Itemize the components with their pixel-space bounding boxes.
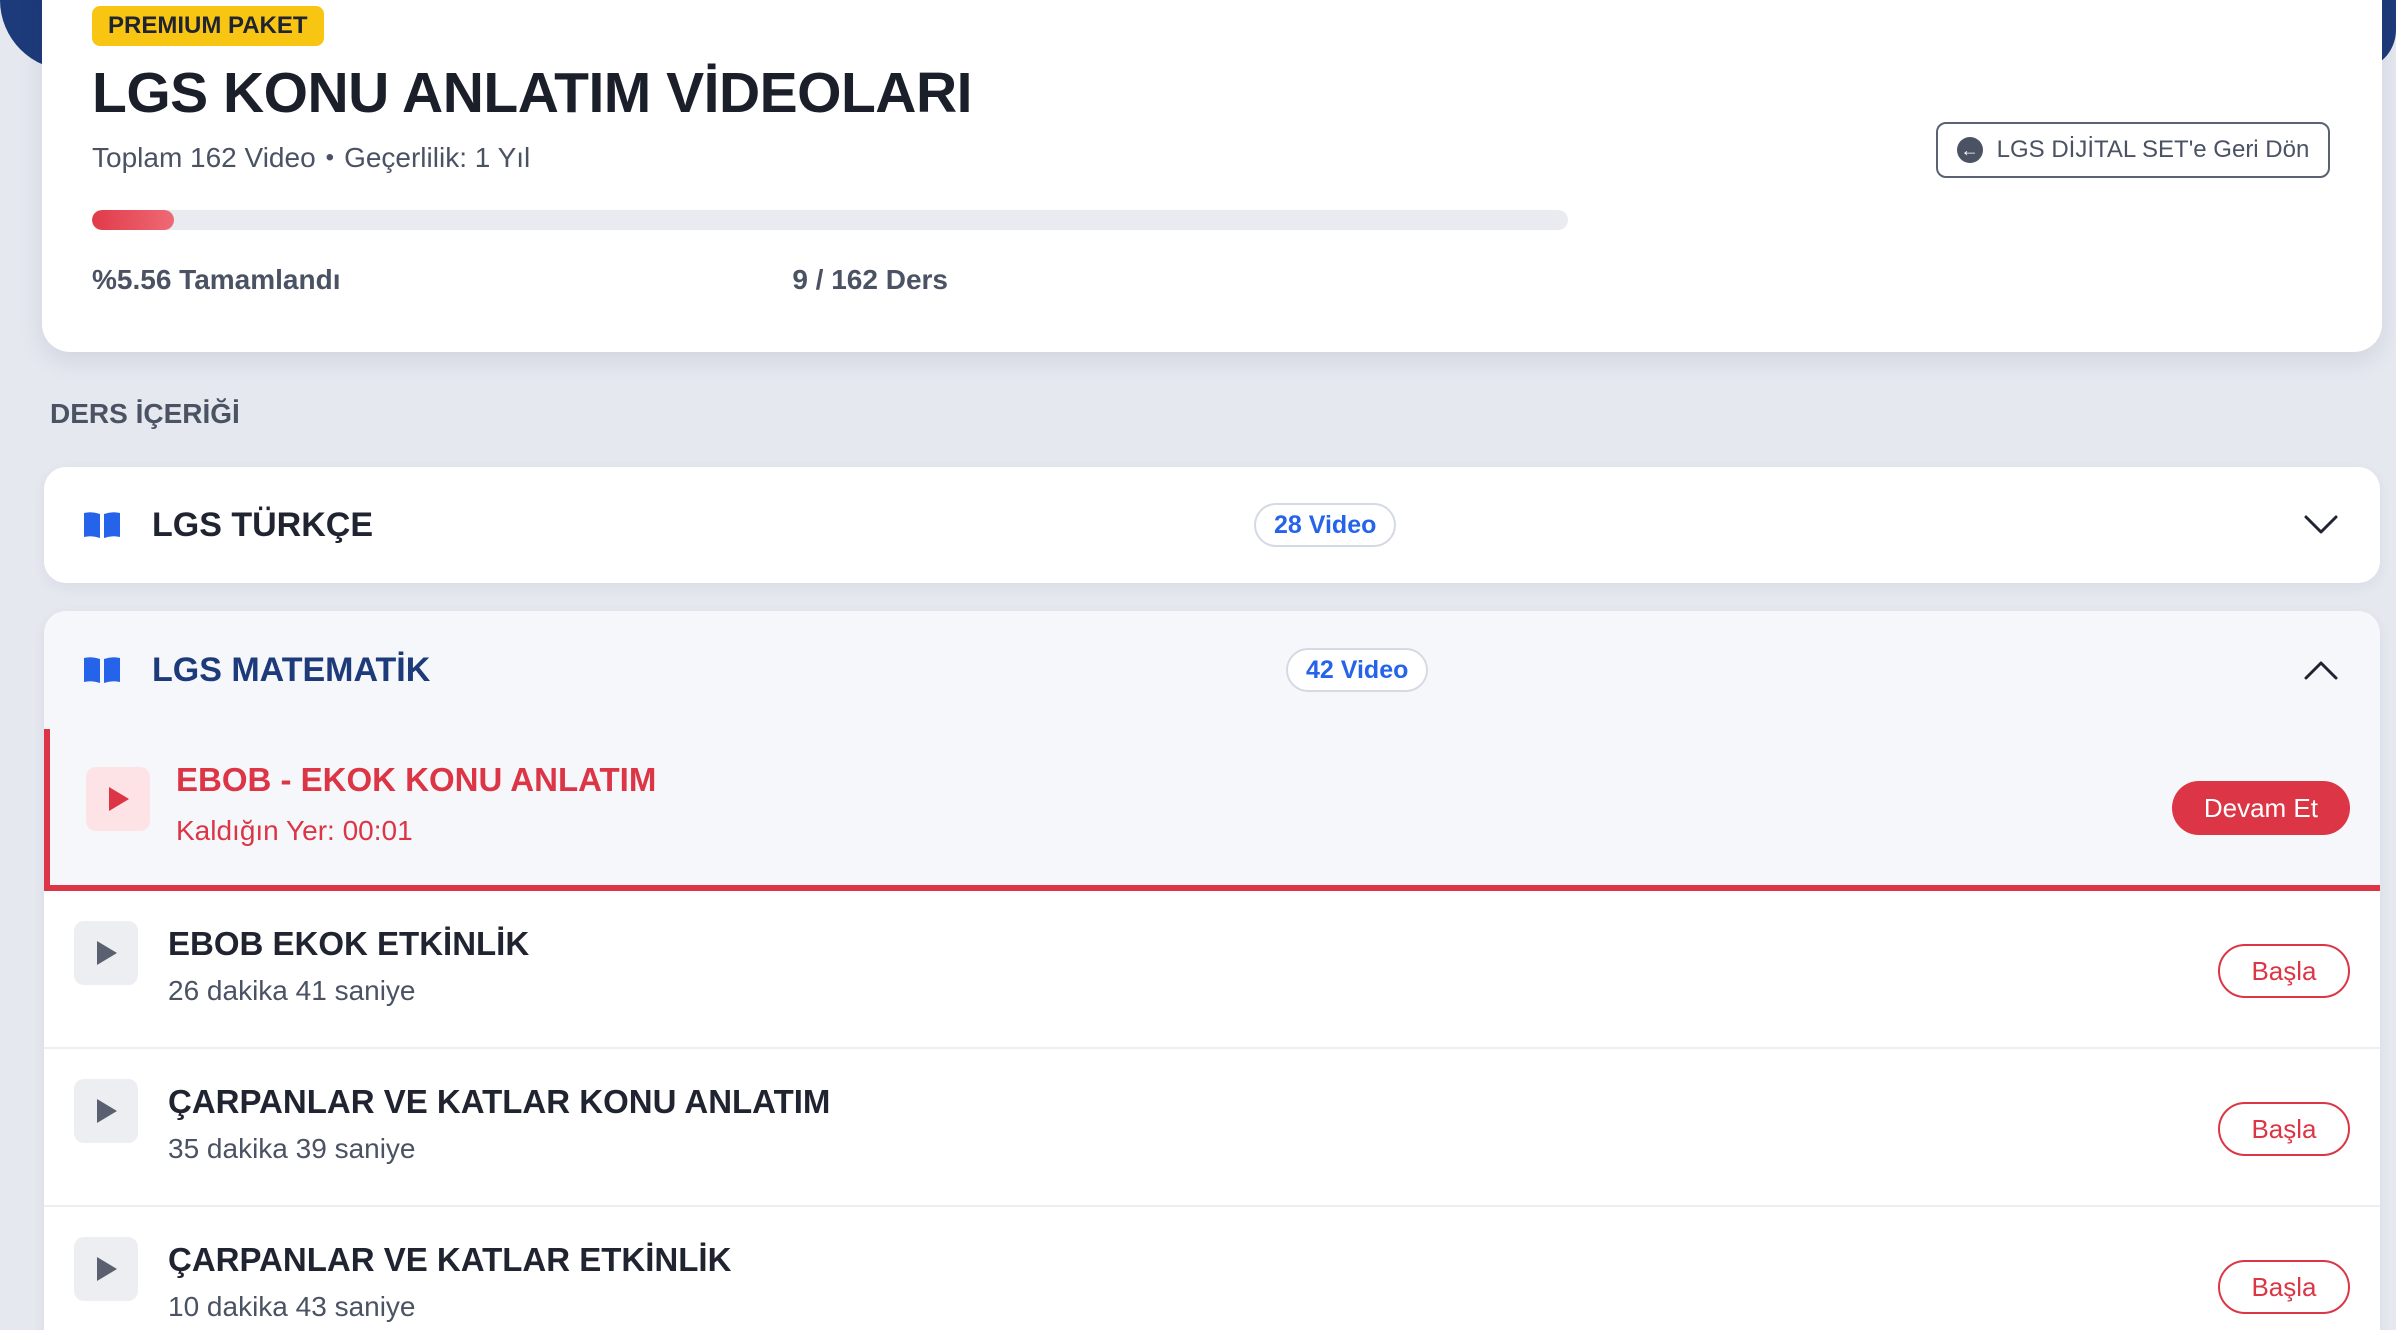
progress-bar bbox=[92, 210, 1568, 230]
course-card-turkce: LGS TÜRKÇE 28 Video bbox=[44, 467, 2380, 583]
lesson-item[interactable]: ÇARPANLAR VE KATLAR KONU ANLATIM 35 daki… bbox=[44, 1049, 2380, 1207]
play-icon[interactable] bbox=[74, 1079, 138, 1143]
total-videos-text: Toplam 162 Video bbox=[92, 142, 316, 173]
course-card-matematik: LGS MATEMATİK 42 Video EBOB - EKOK KONU … bbox=[44, 611, 2380, 1330]
continue-button[interactable]: Devam Et bbox=[2171, 781, 2350, 835]
play-icon[interactable] bbox=[86, 767, 150, 831]
lesson-title: ÇARPANLAR VE KATLAR ETKİNLİK bbox=[168, 1241, 732, 1278]
lesson-title: EBOB EKOK ETKİNLİK bbox=[168, 925, 530, 962]
lesson-duration: 10 dakika 43 saniye bbox=[168, 1291, 416, 1322]
back-to-set-button[interactable]: ← LGS DİJİTAL SET'e Geri Dön bbox=[1936, 122, 2330, 178]
package-summary: Toplam 162 Video • Geçerlilik: 1 Yıl bbox=[92, 142, 530, 174]
open-book-icon bbox=[84, 657, 120, 683]
open-book-icon bbox=[84, 512, 120, 538]
start-button[interactable]: Başla bbox=[2218, 1260, 2350, 1314]
chevron-up-icon[interactable] bbox=[2304, 660, 2338, 680]
lesson-item-active[interactable]: EBOB - EKOK KONU ANLATIM Kaldığın Yer: 0… bbox=[44, 729, 2380, 891]
page-title: LGS KONU ANLATIM VİDEOLARI bbox=[92, 61, 972, 125]
course-title: LGS MATEMATİK bbox=[152, 650, 431, 689]
play-icon[interactable] bbox=[74, 1237, 138, 1301]
play-icon[interactable] bbox=[74, 921, 138, 985]
video-count-badge: 28 Video bbox=[1254, 503, 1397, 547]
lesson-item[interactable]: ÇARPANLAR VE KATLAR ETKİNLİK 10 dakika 4… bbox=[44, 1207, 2380, 1330]
course-header-turkce[interactable]: LGS TÜRKÇE 28 Video bbox=[44, 467, 2380, 583]
progress-fill bbox=[92, 210, 175, 230]
video-count-badge: 42 Video bbox=[1286, 648, 1429, 692]
lesson-count-label: 9 / 162 Ders bbox=[792, 264, 948, 295]
start-button[interactable]: Başla bbox=[2218, 944, 2350, 998]
premium-badge: PREMIUM PAKET bbox=[92, 6, 324, 46]
lesson-item[interactable]: EBOB EKOK ETKİNLİK 26 dakika 41 saniye B… bbox=[44, 891, 2380, 1049]
section-label: DERS İÇERİĞİ bbox=[50, 398, 240, 429]
lesson-resume-time: Kaldığın Yer: 00:01 bbox=[176, 815, 413, 846]
start-button[interactable]: Başla bbox=[2218, 1102, 2350, 1156]
lesson-duration: 26 dakika 41 saniye bbox=[168, 975, 416, 1006]
lesson-title: EBOB - EKOK KONU ANLATIM bbox=[176, 761, 657, 798]
arrow-left-circle-icon: ← bbox=[1956, 137, 1983, 163]
course-title: LGS TÜRKÇE bbox=[152, 505, 373, 544]
lesson-duration: 35 dakika 39 saniye bbox=[168, 1133, 416, 1164]
progress-percent-label: %5.56 Tamamlandı bbox=[92, 264, 341, 295]
separator-dot: • bbox=[325, 144, 335, 171]
back-button-label: LGS DİJİTAL SET'e Geri Dön bbox=[1996, 136, 2310, 163]
lesson-title: ÇARPANLAR VE KATLAR KONU ANLATIM bbox=[168, 1083, 831, 1120]
validity-text: Geçerlilik: 1 Yıl bbox=[344, 142, 531, 173]
page: PREMIUM PAKET LGS KONU ANLATIM VİDEOLARI… bbox=[0, 0, 2396, 1330]
course-header-matematik[interactable]: LGS MATEMATİK 42 Video bbox=[44, 611, 2380, 729]
chevron-down-icon[interactable] bbox=[2304, 515, 2338, 535]
